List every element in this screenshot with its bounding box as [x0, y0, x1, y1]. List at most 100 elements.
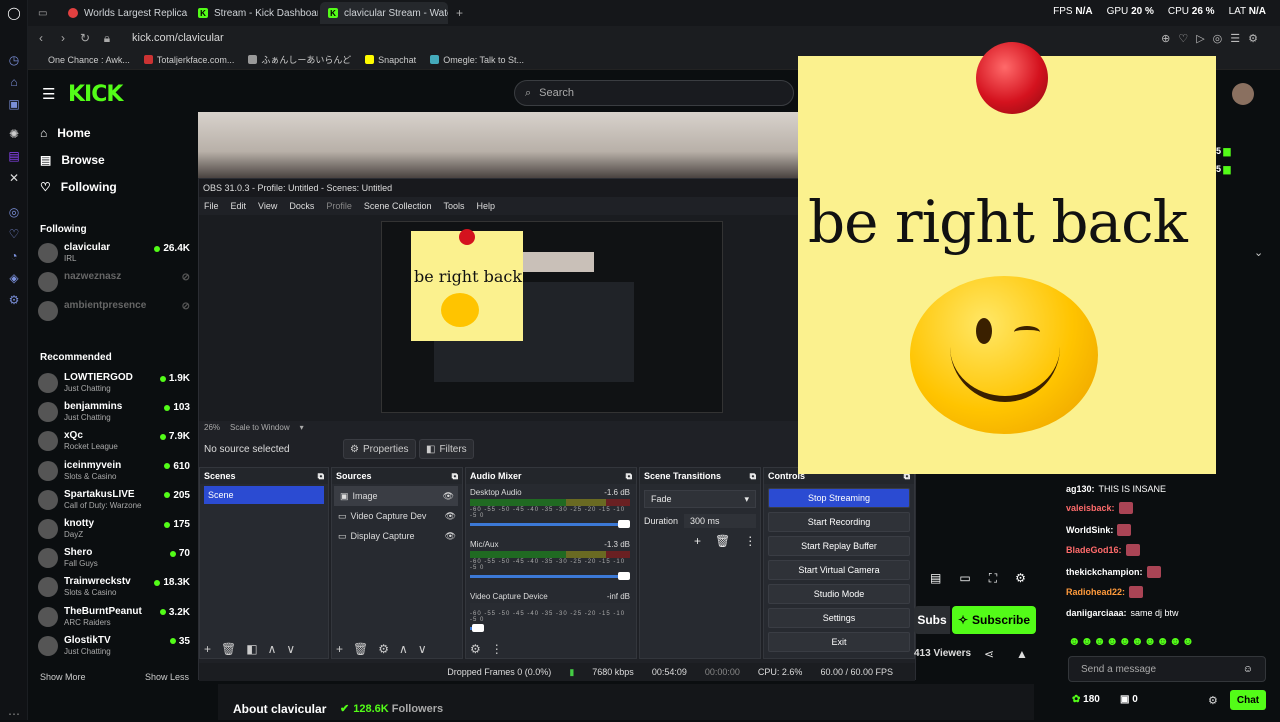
url-field[interactable]: kick.com/clavicular [132, 32, 224, 44]
channel-item[interactable]: iceinmyvein Slots & Casino 610 [38, 458, 190, 484]
chat-send-button[interactable]: Chat [1230, 690, 1266, 710]
source-item[interactable]: ▭ Video Capture Dev 👁︎ [332, 506, 462, 526]
chat-username[interactable]: WorldSink: [1066, 525, 1113, 535]
emote-bar[interactable]: ☻☻☻☻☻☻☻☻☻☻ [1068, 634, 1194, 648]
chat-username[interactable]: BladeGod16: [1066, 545, 1122, 555]
channel-item[interactable]: benjammins Just Chatting 103 [38, 399, 190, 425]
more-icon[interactable]: ⋮ [744, 534, 756, 548]
exit-button[interactable]: Exit [768, 632, 910, 652]
gear-icon[interactable]: ⚙ [378, 642, 389, 656]
channel-item[interactable]: ambientpresence ⊘ [38, 298, 190, 324]
bookmark[interactable]: Totaljerkface.com... [143, 55, 234, 65]
tab[interactable]: K Stream - Kick Dashboard [190, 2, 318, 24]
opera-logo-icon[interactable]: ◯ [6, 5, 22, 21]
visibility-icon[interactable]: 👁︎ [445, 511, 456, 522]
channel-item[interactable]: Shero Fall Guys 70 [38, 545, 190, 571]
sidebar-app-icon[interactable]: ⌂ [6, 74, 22, 90]
chat-username[interactable]: ag130: [1066, 484, 1095, 494]
tab-active[interactable]: Kclavicular Stream - Watch✕ [320, 2, 448, 24]
scene-item[interactable]: Scene [204, 486, 324, 504]
chevron-down-icon[interactable]: ▾ [300, 423, 304, 433]
clip-icon[interactable]: ▤ [930, 571, 941, 586]
forward-icon[interactable]: › [54, 31, 72, 45]
history-icon[interactable]: ◔ [6, 248, 22, 264]
emoji-icon[interactable]: ☺ [1243, 664, 1253, 675]
chatgpt-icon[interactable]: ✺ [6, 126, 22, 142]
x-icon[interactable]: ✕ [6, 170, 22, 186]
sidebar-app-icon[interactable]: ▣ [6, 96, 22, 112]
undock-icon[interactable]: ⧉ [318, 471, 324, 481]
menu-profile[interactable]: Profile [326, 201, 352, 211]
gifts[interactable]: ▣ 0 [1120, 694, 1138, 705]
channel-item[interactable]: TheBurntPeanut ARC Raiders 3.2K [38, 604, 190, 630]
menu-help[interactable]: Help [476, 201, 495, 211]
trash-icon[interactable]: 🗑︎ [353, 642, 368, 656]
filter-icon[interactable]: ◧ [246, 642, 257, 656]
channel-item[interactable]: Trainwreckstv Slots & Casino 18.3K [38, 574, 190, 600]
menu-icon[interactable]: ☰ [42, 85, 55, 103]
bookmark[interactable]: Snapchat [365, 55, 416, 65]
undock-icon[interactable]: ⧉ [626, 471, 632, 481]
menu-scene-collection[interactable]: Scene Collection [364, 201, 432, 211]
new-tab-icon[interactable]: + [456, 6, 463, 20]
report-icon[interactable]: ▲ [1016, 647, 1028, 661]
twitch-icon[interactable]: ▤ [6, 148, 22, 164]
nav-browse[interactable]: ▤ Browse [40, 153, 105, 167]
fullscreen-icon[interactable]: ⛶ [989, 571, 997, 586]
scale-select[interactable]: Scale to Window [230, 423, 290, 433]
down-icon[interactable]: ∨ [418, 642, 427, 656]
menu-docks[interactable]: Docks [289, 201, 314, 211]
gear-icon[interactable]: ⚙ [1015, 571, 1026, 586]
menu-view[interactable]: View [258, 201, 277, 211]
add-icon[interactable]: + [204, 642, 211, 656]
channel-item[interactable]: SpartakusLIVE Call of Duty: Warzone 205 [38, 487, 190, 513]
bookmark[interactable]: ふぁんしーあいらんど [248, 53, 351, 66]
studio-mode-button[interactable]: Studio Mode [768, 584, 910, 604]
add-icon[interactable]: + [336, 642, 343, 656]
collapse-icon[interactable]: ⌄ [1254, 246, 1263, 259]
duration-input[interactable]: 300 ms [684, 514, 756, 528]
tab[interactable]: Worlds Largest Replica Dis [60, 2, 188, 24]
channel-item[interactable]: xQc Rocket League 7.9K [38, 428, 190, 454]
avatar[interactable] [1232, 83, 1254, 105]
nav-following[interactable]: ♡ Following [40, 180, 117, 194]
volume-slider[interactable] [470, 520, 630, 528]
menu-file[interactable]: File [204, 201, 219, 211]
visibility-icon[interactable]: 👁︎ [445, 531, 456, 542]
channel-item[interactable]: LOWTIERGOD Just Chatting 1.9K [38, 370, 190, 396]
video-player[interactable] [198, 112, 798, 178]
reload-icon[interactable]: ↻ [76, 31, 94, 45]
menu-edit[interactable]: Edit [231, 201, 247, 211]
obs-preview[interactable]: be right back [199, 215, 799, 421]
chat-username[interactable]: valeisback: [1066, 503, 1115, 513]
channel-item[interactable]: GlostikTV Just Chatting 35 [38, 633, 190, 659]
stop-streaming-button[interactable]: Stop Streaming [768, 488, 910, 508]
theater-icon[interactable]: ▭ [959, 571, 970, 586]
settings-icon[interactable]: ⚙ [6, 292, 22, 308]
filters-button[interactable]: ◧ Filters [419, 439, 474, 459]
up-icon[interactable]: ∧ [399, 642, 408, 656]
undock-icon[interactable]: ⧉ [452, 471, 458, 481]
source-item[interactable]: ▣ Image 👁︎ [334, 486, 458, 506]
chat-input[interactable]: Send a message ☺ [1068, 656, 1266, 682]
subscribe-button[interactable]: ✧ Subscribe [952, 606, 1036, 634]
chat-settings-icon[interactable]: ⚙ [1208, 694, 1218, 707]
volume-slider[interactable] [470, 624, 484, 632]
chat-username[interactable]: Radiohead22: [1066, 587, 1125, 597]
show-more-link[interactable]: Show More [40, 672, 86, 682]
start-recording-button[interactable]: Start Recording [768, 512, 910, 532]
chat-username[interactable]: thekickchampion: [1066, 567, 1143, 577]
start-virtual-camera-button[interactable]: Start Virtual Camera [768, 560, 910, 580]
up-icon[interactable]: ∧ [268, 642, 277, 656]
back-icon[interactable]: ‹ [32, 31, 50, 45]
channel-item[interactable]: clavicular IRL 26.4K [38, 240, 190, 266]
channel-item[interactable]: nazweznasz ⊘ [38, 269, 190, 295]
gear-icon[interactable]: ⚙ [470, 642, 481, 656]
kick-logo[interactable]: KICK [68, 82, 123, 107]
share-icon[interactable]: ⋖ [984, 647, 994, 661]
visibility-icon[interactable]: 👁︎ [443, 491, 454, 502]
heart-icon[interactable]: ♡ [6, 226, 22, 242]
settings-button[interactable]: Settings [768, 608, 910, 628]
start-replay-buffer-button[interactable]: Start Replay Buffer [768, 536, 910, 556]
transition-select[interactable]: Fade ▾ [644, 490, 756, 508]
